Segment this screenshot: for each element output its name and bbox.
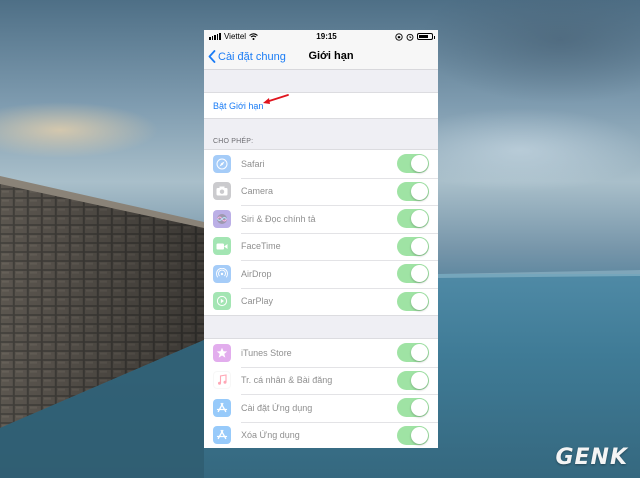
genk-watermark-logo: GENK [555, 445, 628, 470]
app-store-icon [213, 398, 231, 417]
safari-icon [213, 154, 231, 173]
airdrop-icon [213, 264, 231, 283]
music-note-icon [213, 371, 231, 390]
alarm-icon [406, 33, 414, 41]
row-label: FaceTime [241, 241, 281, 252]
settings-row-music-note: Tr. cá nhân & Bài đăng [204, 366, 438, 395]
toggle-switch[interactable] [397, 209, 429, 229]
toggle-switch[interactable] [397, 264, 429, 284]
red-annotation-arrow [263, 94, 289, 104]
allow-section-header: CHO PHÉP: [213, 138, 254, 145]
row-label: AirDrop [241, 268, 272, 279]
clock: 19:15 [316, 32, 337, 41]
row-label: Siri & Đọc chính tả [241, 213, 316, 224]
itunes-store-icon [213, 343, 231, 362]
battery-icon [417, 33, 435, 40]
settings-row-itunes-store: iTunes Store [204, 339, 438, 367]
allow-list: Safari Camera Siri & Đọc chính tả FaceTime A… [204, 149, 438, 316]
toggle-switch[interactable] [397, 370, 429, 390]
signal-icon [209, 33, 221, 40]
settings-row-camera: Camera [204, 177, 438, 206]
orientation-lock-icon [395, 32, 403, 41]
enable-restrictions-button[interactable]: Bật Giới hạn [204, 92, 438, 119]
status-bar: Viettel 19:15 [204, 30, 438, 43]
row-label: CarPlay [241, 296, 274, 307]
toggle-switch[interactable] [397, 236, 429, 256]
navigation-bar: Cài đặt chung Giới hạn [204, 43, 438, 70]
enable-restrictions-label: Bật Giới hạn [213, 100, 264, 111]
toggle-switch[interactable] [397, 425, 429, 445]
toggle-switch[interactable] [397, 154, 429, 174]
row-label: Safari [241, 158, 265, 169]
row-label: Camera [241, 186, 274, 197]
store-list: iTunes Store Tr. cá nhân & Bài đăng Cài đặ… [204, 338, 438, 448]
row-label: Cài đặt Ứng dụng [241, 402, 313, 413]
settings-row-app-store: Cài đặt Ứng dụng [204, 394, 438, 422]
siri-icon [213, 209, 231, 228]
wifi-icon [249, 33, 258, 40]
row-label: Tr. cá nhân & Bài đăng [241, 375, 333, 386]
carrier-label: Viettel [223, 32, 247, 41]
facetime-icon [213, 237, 231, 256]
toggle-switch[interactable] [397, 181, 429, 201]
settings-row-siri: Siri & Đọc chính tả [204, 205, 438, 233]
app-store-delete-icon [213, 426, 231, 445]
back-label: Cài đặt chung [218, 50, 286, 63]
settings-row-airdrop: AirDrop [204, 260, 438, 288]
settings-row-facetime: FaceTime [204, 232, 438, 261]
toggle-switch[interactable] [397, 343, 429, 363]
back-button[interactable]: Cài đặt chung [208, 43, 286, 70]
toggle-switch[interactable] [397, 291, 429, 311]
settings-row-carplay: CarPlay [204, 287, 438, 316]
settings-row-app-store-delete: Xóa Ứng dụng [204, 421, 438, 449]
chevron-left-icon [208, 50, 216, 63]
settings-row-safari: Safari [204, 150, 438, 178]
row-label: iTunes Store [241, 347, 292, 358]
toggle-switch[interactable] [397, 398, 429, 418]
carplay-icon [213, 292, 231, 311]
row-label: Xóa Ứng dụng [241, 430, 300, 441]
phone-screen: Viettel 19:15 Cài đặt chung Giới hạn Bật… [204, 30, 438, 448]
camera-icon [213, 182, 231, 201]
